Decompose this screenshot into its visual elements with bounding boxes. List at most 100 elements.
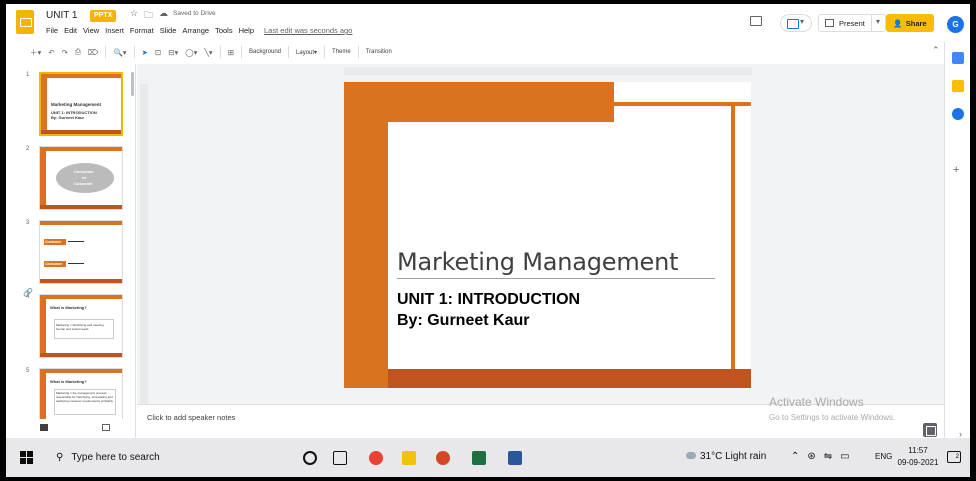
weather-status[interactable]: 31°C Light rain xyxy=(700,451,766,462)
slide-number: 5 xyxy=(26,368,30,374)
add-addon-icon[interactable]: + xyxy=(953,164,959,176)
slide-accent-bottom xyxy=(388,369,751,388)
app-window: UNIT 1 PPTX ☆ 🗀 ☁ Saved to Drive File Ed… xyxy=(6,4,970,477)
new-slide-icon[interactable]: ＋▾ xyxy=(30,47,41,58)
select-cursor-icon[interactable]: ➤ xyxy=(142,48,148,57)
present-button[interactable]: Present ▾ xyxy=(818,14,886,32)
file-explorer-icon[interactable] xyxy=(402,451,416,465)
toolbar-divider xyxy=(324,46,326,58)
thumb-title: What is Marketing? xyxy=(50,305,87,310)
toolbar-divider xyxy=(133,46,135,58)
menu-tools[interactable]: Tools xyxy=(215,26,233,35)
chevron-up-icon[interactable]: ⌃ xyxy=(932,45,940,56)
image-icon[interactable]: ⊟▾ xyxy=(168,48,178,57)
slide-filmstrip: 1 Marketing Management UNIT 1: INTRODUCT… xyxy=(6,64,136,419)
current-slide[interactable]: Marketing Management UNIT 1: INTRODUCTIO… xyxy=(344,82,751,388)
grid-view-icon[interactable] xyxy=(102,424,110,431)
search-icon: ⚲ xyxy=(56,452,64,463)
menu-arrange[interactable]: Arrange xyxy=(182,26,209,35)
thumb-accent xyxy=(40,147,122,151)
clock[interactable]: 11:57 09-09-2021 xyxy=(896,445,940,469)
present-dropdown-icon[interactable]: ▾ xyxy=(876,17,880,26)
thumb-title: What is Marketing? xyxy=(50,379,87,384)
file-type-badge: PPTX xyxy=(90,10,117,22)
document-title[interactable]: UNIT 1 xyxy=(46,10,78,21)
menu-view[interactable]: View xyxy=(83,26,99,35)
thumb-text: Customer xyxy=(74,181,93,186)
layout-button[interactable]: Layout▾ xyxy=(296,49,317,56)
taskbar-search[interactable]: ⚲ Type here to search xyxy=(46,444,276,471)
slides-logo-icon[interactable] xyxy=(16,10,34,34)
meet-button[interactable] xyxy=(780,14,812,32)
background-button[interactable]: Background xyxy=(249,49,281,55)
menu-edit[interactable]: Edit xyxy=(64,26,77,35)
transition-button[interactable]: Transition xyxy=(366,49,392,55)
slide-thumbnail-2[interactable]: Consumer vs Customer xyxy=(39,146,123,210)
chrome-icon[interactable] xyxy=(369,451,383,465)
move-to-folder-icon[interactable]: 🗀 xyxy=(144,8,153,24)
task-view-icon[interactable] xyxy=(333,451,347,465)
tasks-icon[interactable] xyxy=(952,108,964,120)
text-box-icon[interactable]: ⊡ xyxy=(155,48,161,57)
avatar[interactable]: G xyxy=(947,16,964,33)
thumb-text: Consumer xyxy=(74,169,94,174)
menu-insert[interactable]: Insert xyxy=(105,26,124,35)
slide-thumbnail-4[interactable]: What is Marketing? Marketing = Identifyi… xyxy=(39,294,123,358)
word-icon[interactable] xyxy=(508,451,522,465)
speaker-notes[interactable]: Click to add speaker notes Activate Wind… xyxy=(137,395,944,438)
print-icon[interactable]: ⎙ xyxy=(75,47,81,57)
language-indicator[interactable]: ENG xyxy=(875,452,892,461)
redo-icon[interactable]: ↷ xyxy=(62,48,68,57)
slide-title[interactable]: Marketing Management xyxy=(397,248,679,276)
tray-icons[interactable]: ⌃⊛⇋▭ xyxy=(791,451,858,462)
notification-icon[interactable]: 2 xyxy=(947,451,961,463)
excel-icon[interactable] xyxy=(472,451,486,465)
keep-icon[interactable] xyxy=(952,80,964,92)
cloud-saved-icon[interactable]: ☁ xyxy=(159,8,168,19)
theme-button[interactable]: Theme xyxy=(332,49,351,55)
slide-subtitle[interactable]: UNIT 1: INTRODUCTION By: Gurneet Kaur xyxy=(397,289,580,331)
zoom-icon[interactable]: 🔍▾ xyxy=(113,48,126,57)
comments-icon[interactable] xyxy=(750,16,762,26)
horizontal-ruler xyxy=(344,67,752,75)
star-icon[interactable]: ☆ xyxy=(130,8,138,19)
menu-format[interactable]: Format xyxy=(130,26,154,35)
thumb-text: Customer xyxy=(45,240,62,244)
cortana-icon[interactable] xyxy=(303,451,317,465)
slide-thumbnail-3[interactable]: Customer Consumer xyxy=(39,220,123,284)
slide-thumbnail-5[interactable]: What is Marketing? Marketing = the manag… xyxy=(39,368,123,419)
weather-icon xyxy=(686,452,696,459)
clock-date: 09-09-2021 xyxy=(897,458,939,467)
menu-slide[interactable]: Slide xyxy=(160,26,177,35)
speaker-notes-placeholder[interactable]: Click to add speaker notes xyxy=(147,413,235,422)
shape-icon[interactable]: ◯▾ xyxy=(185,48,197,57)
slide-title-rule xyxy=(397,278,715,279)
toolbar: ＋▾ ↶ ↷ ⎙ ⌦ 🔍▾ ➤ ⊡ ⊟▾ ◯▾ ╲▾ ⊞ Background … xyxy=(6,42,936,62)
share-button[interactable]: 👤 Share xyxy=(886,14,934,32)
powerpoint-icon[interactable] xyxy=(436,451,450,465)
paint-format-icon[interactable]: ⌦ xyxy=(88,48,99,57)
thumb-accent xyxy=(40,369,122,373)
filmstrip-scrollbar[interactable] xyxy=(131,72,134,96)
windows-start-icon[interactable] xyxy=(20,451,34,465)
thumb-accent xyxy=(40,205,122,209)
undo-icon[interactable]: ↶ xyxy=(48,48,54,57)
line-icon[interactable]: ╲▾ xyxy=(204,48,212,57)
header: UNIT 1 PPTX ☆ 🗀 ☁ Saved to Drive File Ed… xyxy=(6,4,970,42)
filmstrip-view-icon[interactable] xyxy=(40,424,48,431)
slide-accent-left xyxy=(344,82,388,388)
activate-windows-title: Activate Windows xyxy=(769,395,864,409)
thumb-accent xyxy=(40,369,46,419)
calendar-icon[interactable] xyxy=(952,52,964,64)
slide-thumbnail-1[interactable]: Marketing Management UNIT 1: INTRODUCTIO… xyxy=(39,72,123,136)
toolbar-divider xyxy=(105,46,107,58)
present-label: Present xyxy=(839,18,865,28)
last-edit-link[interactable]: Last edit was seconds ago xyxy=(264,26,352,35)
thumb-accent xyxy=(41,130,121,134)
explore-button[interactable] xyxy=(923,423,937,437)
menu-file[interactable]: File xyxy=(46,26,58,35)
side-panel: + xyxy=(944,42,970,438)
menu-help[interactable]: Help xyxy=(239,26,254,35)
share-label: Share xyxy=(905,18,927,28)
comment-add-icon[interactable]: ⊞ xyxy=(228,48,234,57)
